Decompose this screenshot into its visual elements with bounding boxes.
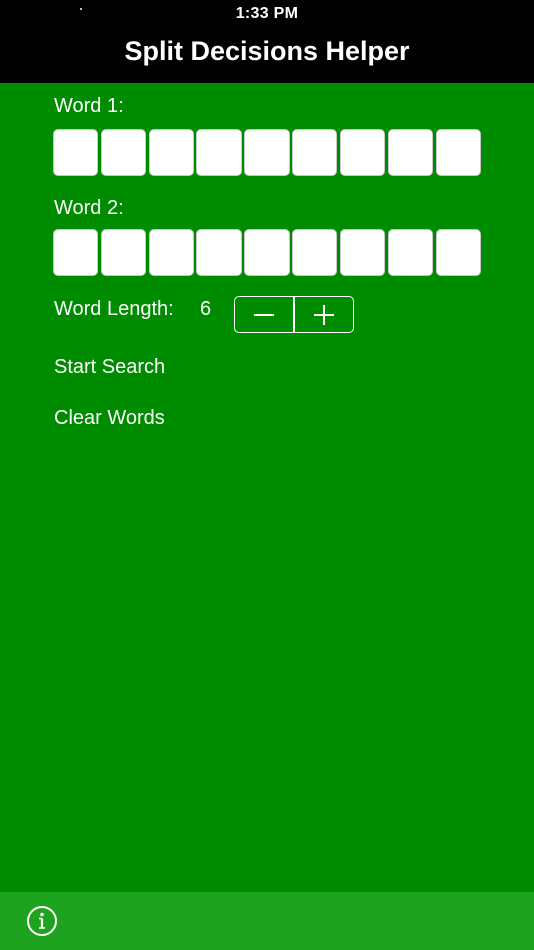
word1-letter-box[interactable] [387,129,434,176]
word2-letter-box[interactable] [292,229,338,276]
word2-letter-box[interactable] [148,229,194,276]
word2-letter-box[interactable] [387,229,434,276]
word2-letter-box[interactable] [339,229,386,276]
word-length-value: 6 [200,298,212,320]
word1-letter-box[interactable] [435,129,481,176]
navigation-bar: Split Decisions Helper [0,28,534,83]
minus-icon [254,313,275,316]
word1-letter-box[interactable] [196,129,242,176]
page-title: Split Decisions Helper [124,36,410,66]
app-screen: 1:33 PM Split Decisions Helper Word 1: W… [0,0,534,950]
word-length-label: Word Length: [54,298,174,320]
word2-letter-box[interactable] [435,229,481,276]
word2-letter-box[interactable] [244,229,290,276]
word1-letter-box[interactable] [100,129,147,176]
word1-letter-box[interactable] [339,129,386,176]
word2-label: Word 2: [54,197,124,219]
status-bar: 1:33 PM [0,0,534,28]
word2-letter-box[interactable] [196,229,242,276]
word1-letter-box[interactable] [244,129,290,176]
word1-letter-row [53,129,481,177]
clear-words-button[interactable]: Clear Words [54,407,165,430]
increment-button[interactable] [295,297,353,332]
word1-letter-box[interactable] [292,129,338,176]
status-time: 1:33 PM [235,5,299,22]
info-button[interactable] [26,905,57,936]
word2-letter-box[interactable] [100,229,147,276]
word1-letter-box[interactable] [53,129,99,176]
word2-letter-row [53,229,481,277]
info-icon [27,906,57,936]
word1-label: Word 1: [54,95,124,117]
word1-letter-box[interactable] [148,129,194,176]
bottom-toolbar [0,892,534,950]
decrement-button[interactable] [235,297,293,332]
word2-letter-box[interactable] [53,229,99,276]
signal-dot-icon [80,8,82,10]
start-search-button[interactable]: Start Search [54,356,165,379]
word-length-stepper [234,296,354,333]
plus-icon [313,304,334,325]
